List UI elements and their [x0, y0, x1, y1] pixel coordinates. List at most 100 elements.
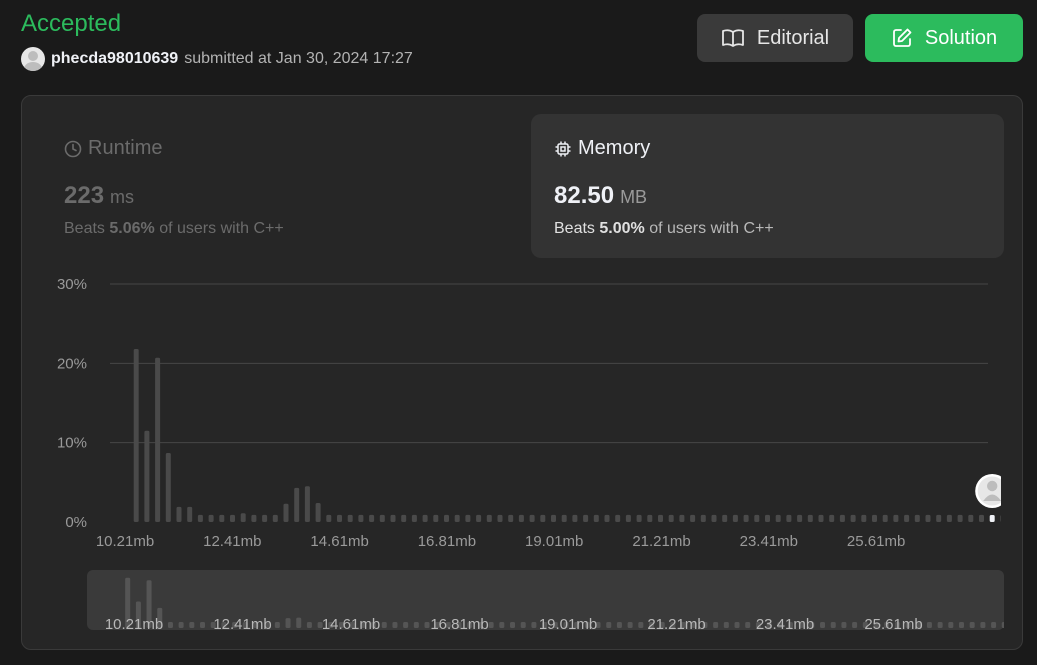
- distribution-bar[interactable]: [283, 503, 289, 522]
- clock-icon: [64, 140, 82, 157]
- your-submission-bar[interactable]: [989, 515, 995, 522]
- distribution-bar[interactable]: [1000, 515, 1001, 522]
- distribution-bar[interactable]: [572, 514, 578, 522]
- navigator-tick-label: 19.01mb: [539, 616, 597, 630]
- distribution-bar[interactable]: [326, 514, 332, 522]
- distribution-bar[interactable]: [658, 514, 663, 522]
- your-submission-avatar[interactable]: [975, 474, 1001, 508]
- submission-meta: phecda98010639 submitted at Jan 30, 2024…: [21, 47, 413, 71]
- distribution-bar[interactable]: [155, 357, 161, 522]
- x-tick-label: 12.41mb: [203, 533, 261, 550]
- distribution-bar[interactable]: [615, 514, 621, 522]
- distribution-bar[interactable]: [979, 514, 984, 522]
- avatar[interactable]: [21, 47, 45, 71]
- username-link[interactable]: phecda98010639: [51, 50, 178, 68]
- editorial-button[interactable]: Editorial: [697, 14, 853, 62]
- distribution-bar[interactable]: [797, 514, 803, 522]
- distribution-bar[interactable]: [850, 514, 856, 522]
- distribution-bar[interactable]: [454, 514, 460, 522]
- distribution-bar[interactable]: [497, 514, 503, 522]
- distribution-bar[interactable]: [529, 514, 535, 522]
- distribution-bar[interactable]: [743, 514, 749, 522]
- distribution-bar[interactable]: [722, 514, 728, 522]
- distribution-bar[interactable]: [593, 514, 599, 522]
- distribution-bar[interactable]: [604, 514, 610, 522]
- distribution-bar[interactable]: [668, 514, 674, 522]
- distribution-bar[interactable]: [444, 514, 449, 522]
- distribution-bar[interactable]: [208, 514, 214, 522]
- distribution-bar[interactable]: [240, 513, 246, 522]
- distribution-bar[interactable]: [807, 514, 813, 522]
- distribution-bar[interactable]: [957, 514, 963, 522]
- distribution-bar[interactable]: [946, 514, 952, 522]
- distribution-bar[interactable]: [401, 514, 407, 522]
- distribution-bar[interactable]: [422, 514, 428, 522]
- distribution-bar[interactable]: [390, 514, 396, 522]
- distribution-bar[interactable]: [700, 514, 706, 522]
- distribution-bar[interactable]: [904, 514, 910, 522]
- navigator-bar: [392, 622, 398, 628]
- distribution-bar[interactable]: [251, 514, 257, 522]
- distribution-bar[interactable]: [540, 514, 546, 522]
- distribution-bar[interactable]: [839, 514, 845, 522]
- distribution-bar[interactable]: [893, 514, 899, 522]
- distribution-bar[interactable]: [518, 514, 524, 522]
- distribution-bar[interactable]: [272, 514, 278, 522]
- distribution-bar[interactable]: [379, 514, 385, 522]
- distribution-bar[interactable]: [262, 514, 268, 522]
- distribution-bar[interactable]: [872, 514, 877, 522]
- distribution-bar[interactable]: [636, 514, 642, 522]
- distribution-bar[interactable]: [786, 514, 792, 522]
- distribution-bar[interactable]: [679, 514, 685, 522]
- distribution-bar[interactable]: [197, 514, 203, 522]
- distribution-bar[interactable]: [369, 514, 375, 522]
- distribution-bar[interactable]: [882, 514, 888, 522]
- distribution-bar[interactable]: [486, 514, 492, 522]
- distribution-bar[interactable]: [304, 486, 310, 522]
- distribution-bar[interactable]: [187, 506, 193, 522]
- distribution-bar[interactable]: [625, 514, 631, 522]
- memory-label: Memory: [578, 137, 651, 159]
- distribution-bar[interactable]: [476, 514, 482, 522]
- distribution-bar[interactable]: [818, 514, 824, 522]
- chart-range-navigator[interactable]: 10.21mb 12.41mb 14.61mb 16.81mb 19.01mb 21.21…: [87, 570, 1004, 630]
- distribution-bar[interactable]: [765, 514, 770, 522]
- distribution-bar[interactable]: [936, 514, 942, 522]
- distribution-bar[interactable]: [775, 514, 781, 522]
- distribution-bar[interactable]: [861, 514, 867, 522]
- runtime-card[interactable]: Runtime 223 ms Beats 5.06% of users with …: [41, 114, 511, 258]
- distribution-bar[interactable]: [219, 514, 225, 522]
- distribution-bar[interactable]: [925, 514, 931, 522]
- distribution-bar[interactable]: [551, 514, 556, 522]
- distribution-bar[interactable]: [561, 514, 567, 522]
- distribution-bar[interactable]: [647, 514, 653, 522]
- distribution-bar[interactable]: [337, 514, 342, 522]
- distribution-bar[interactable]: [711, 514, 717, 522]
- navigator-bar: [499, 622, 505, 628]
- distribution-bar[interactable]: [176, 506, 182, 522]
- distribution-bar[interactable]: [315, 502, 321, 522]
- solution-button[interactable]: Solution: [865, 14, 1023, 62]
- distribution-bar[interactable]: [754, 514, 760, 522]
- distribution-bar[interactable]: [583, 514, 589, 522]
- distribution-bar[interactable]: [829, 514, 835, 522]
- memory-distribution-chart[interactable]: 30% 20% 10% 0% 10.21mb 12.41mb 14.61mb 16.81mb 1…: [41, 270, 1001, 560]
- distribution-bar[interactable]: [230, 514, 235, 522]
- distribution-bar[interactable]: [508, 514, 514, 522]
- navigator-bar: [510, 622, 516, 628]
- distribution-bar[interactable]: [294, 487, 300, 522]
- distribution-bar[interactable]: [433, 514, 439, 522]
- memory-card[interactable]: Memory 82.50 MB Beats 5.00% of users with…: [531, 114, 1004, 258]
- distribution-bar[interactable]: [690, 514, 696, 522]
- distribution-bar[interactable]: [133, 349, 139, 522]
- distribution-bar[interactable]: [411, 514, 417, 522]
- distribution-bar[interactable]: [732, 514, 738, 522]
- distribution-bar[interactable]: [347, 514, 353, 522]
- distribution-bar[interactable]: [914, 514, 920, 522]
- distribution-bar[interactable]: [358, 514, 364, 522]
- distribution-bar[interactable]: [968, 514, 974, 522]
- distribution-bar[interactable]: [465, 514, 471, 522]
- distribution-bar[interactable]: [165, 452, 171, 522]
- distribution-bar[interactable]: [144, 430, 150, 522]
- navigator-bar: [830, 622, 836, 628]
